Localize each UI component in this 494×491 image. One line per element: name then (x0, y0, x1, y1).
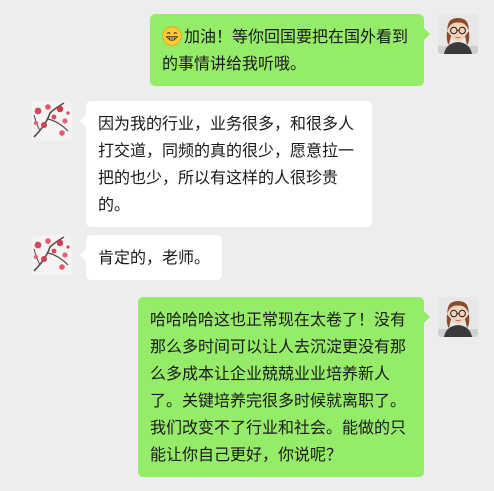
message-text: 因为我的行业，业务很多，和很多人打交道，同频的真的很少，愿意拉一把的也少，所以有… (98, 114, 355, 214)
message-bubble-contact[interactable]: 肯定的，老师。 (79, 235, 223, 280)
message-text: 肯定的，老师。 (98, 248, 211, 267)
message-text: 加油！等你回国要把在国外看到的事情讲给我听哦。 (162, 27, 409, 73)
person-with-glasses-avatar (438, 297, 478, 337)
message-bubble-contact[interactable]: 因为我的行业，业务很多，和很多人打交道，同频的真的很少，愿意拉一把的也少，所以有… (80, 101, 372, 227)
grinning-face-emoji (162, 26, 182, 46)
message-text: 哈哈哈哈这也正常现在太卷了！没有那么多时间可以让人去沉淀更没有那么多成本让企业兢… (150, 310, 407, 464)
avatar-contact[interactable] (32, 235, 72, 275)
avatar-self[interactable] (438, 297, 478, 337)
plum-blossom-avatar (32, 235, 72, 275)
message-bubble-self[interactable]: 加油！等你回国要把在国外看到的事情讲给我听哦。 (150, 14, 430, 86)
plum-blossom-avatar (32, 101, 72, 141)
person-with-glasses-avatar (438, 14, 478, 54)
message-bubble-self[interactable]: 哈哈哈哈这也正常现在太卷了！没有那么多时间可以让人去沉淀更没有那么多成本让企业兢… (138, 297, 430, 477)
avatar-contact[interactable] (32, 101, 72, 141)
avatar-self[interactable] (438, 14, 478, 54)
